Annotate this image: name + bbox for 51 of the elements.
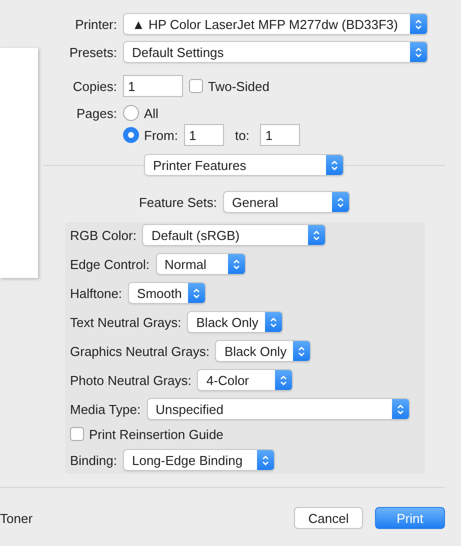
stepper-icon	[232, 258, 240, 270]
feature-sets-label: Feature Sets:	[138, 194, 217, 210]
feature-select[interactable]: Long-Edge Binding	[122, 449, 275, 471]
feature-select[interactable]: Black Only	[187, 311, 284, 333]
feature-label: Halftone:	[70, 286, 122, 300]
to-label: to:	[234, 128, 250, 142]
all-label: All	[144, 106, 158, 120]
feature-select[interactable]: 4-Color	[197, 369, 294, 391]
stepper-icon	[415, 46, 422, 58]
feature-select[interactable]: Black Only	[215, 340, 312, 362]
feature-label: Media Type:	[70, 402, 141, 416]
section-select[interactable]: Printer Features	[144, 154, 344, 176]
two-sided-checkbox[interactable]	[189, 79, 203, 93]
feature-label: Text Neutral Grays:	[70, 314, 182, 330]
stepper-icon	[337, 196, 344, 208]
cancel-button[interactable]: Cancel	[294, 507, 363, 529]
stepper-icon	[270, 316, 278, 328]
pages-label: Pages:	[76, 106, 117, 120]
stepper-icon	[262, 454, 269, 466]
stepper-icon	[415, 18, 422, 30]
feature-label: Photo Neutral Grays:	[70, 372, 192, 388]
stepper-icon	[280, 374, 288, 386]
copies-label: Copies:	[72, 78, 117, 94]
copies-field[interactable]: 1	[123, 75, 183, 97]
feature-label: Edge Control:	[70, 256, 150, 272]
all-radio[interactable]	[123, 105, 139, 121]
stepper-icon	[313, 230, 320, 240]
stepper-icon	[396, 404, 404, 414]
printer-label: Printer:	[74, 16, 117, 32]
from-field[interactable]: 1	[184, 124, 224, 146]
two-sided-label: Two-Sided	[208, 78, 270, 94]
stepper-icon	[331, 160, 338, 170]
feature-label: Binding:	[70, 452, 117, 468]
feature-select[interactable]: Smooth	[128, 282, 206, 304]
feature-label: RGB Color:	[70, 228, 136, 242]
status-text: Toner	[0, 510, 34, 526]
stepper-icon	[193, 288, 200, 298]
feature-sets-select[interactable]: General	[223, 191, 350, 213]
feature-checkbox[interactable]	[70, 427, 84, 441]
printer-select[interactable]: ▲ HP Color LaserJet MFP M277dw (BD33F3)	[123, 13, 428, 35]
feature-select[interactable]: Default (sRGB)	[142, 224, 326, 246]
stepper-icon	[298, 346, 306, 356]
feature-select[interactable]: Unspecified	[146, 398, 410, 420]
from-radio[interactable]	[123, 127, 139, 143]
feature-select[interactable]: Normal	[156, 253, 246, 275]
from-label: From:	[144, 128, 178, 142]
feature-label: Graphics Neutral Grays:	[70, 344, 210, 358]
presets-select[interactable]: Default Settings	[123, 41, 428, 63]
to-field[interactable]: 1	[260, 124, 300, 146]
presets-label: Presets:	[68, 44, 117, 60]
feature-label: Print Reinsertion Guide	[89, 426, 224, 442]
